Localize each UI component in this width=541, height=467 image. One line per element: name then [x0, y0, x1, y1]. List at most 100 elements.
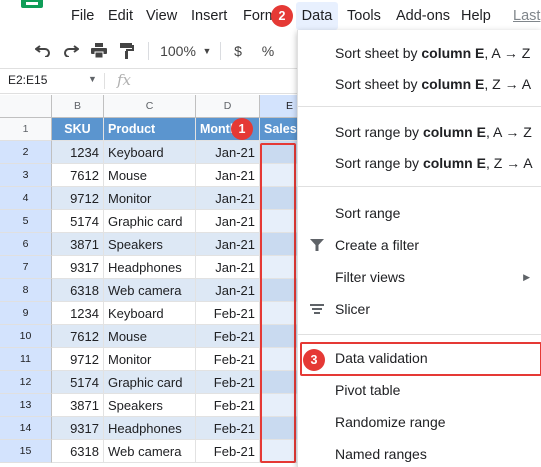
sales-cell[interactable]	[260, 187, 300, 210]
sheets-logo-icon[interactable]	[21, 0, 43, 8]
spreadsheet-grid[interactable]: B C D E 1 SKU Product Month Sales 2 1234 Keyboa…	[0, 95, 300, 467]
redo-icon[interactable]	[60, 36, 82, 66]
table-cell[interactable]: 9317	[52, 256, 104, 279]
filter-views-item[interactable]: Filter views ▶	[298, 262, 541, 292]
pivot-table-item[interactable]: Pivot table	[298, 375, 541, 405]
table-cell[interactable]: 7612	[52, 164, 104, 187]
row-header[interactable]: 5	[0, 210, 52, 233]
menu-help[interactable]: Help	[461, 6, 491, 26]
table-cell[interactable]: Monitor	[104, 187, 196, 210]
sort-range-az-item[interactable]: Sort range by column E, A → Z	[298, 117, 541, 147]
zoom-select[interactable]: 100%	[158, 36, 198, 66]
table-cell[interactable]: Jan-21	[196, 141, 260, 164]
menu-edit[interactable]: Edit	[108, 6, 133, 26]
sales-cell[interactable]	[260, 164, 300, 187]
table-cell[interactable]: Jan-21	[196, 164, 260, 187]
sales-cell[interactable]	[260, 279, 300, 302]
column-header-e[interactable]: E	[260, 95, 300, 118]
table-cell[interactable]: Feb-21	[196, 394, 260, 417]
table-cell[interactable]: Speakers	[104, 233, 196, 256]
sales-cell[interactable]	[260, 417, 300, 440]
sort-range-za-item[interactable]: Sort range by column E, Z → A	[298, 148, 541, 178]
table-cell[interactable]: Jan-21	[196, 233, 260, 256]
table-cell[interactable]: Keyboard	[104, 141, 196, 164]
randomize-range-item[interactable]: Randomize range	[298, 407, 541, 437]
table-cell[interactable]: Jan-21	[196, 187, 260, 210]
row-header[interactable]: 12	[0, 371, 52, 394]
sales-cell[interactable]	[260, 394, 300, 417]
row-header[interactable]: 13	[0, 394, 52, 417]
row-header[interactable]: 8	[0, 279, 52, 302]
table-cell[interactable]: 1234	[52, 302, 104, 325]
row-header[interactable]: 3	[0, 164, 52, 187]
menu-data[interactable]: Data	[296, 2, 338, 30]
paint-format-icon[interactable]	[116, 36, 138, 66]
row-header[interactable]: 14	[0, 417, 52, 440]
table-cell[interactable]: Headphones	[104, 417, 196, 440]
sales-cell[interactable]	[260, 302, 300, 325]
table-cell[interactable]: 9317	[52, 417, 104, 440]
table-cell[interactable]: Monitor	[104, 348, 196, 371]
select-all-corner[interactable]	[0, 95, 52, 118]
row-header[interactable]: 7	[0, 256, 52, 279]
row-header[interactable]: 4	[0, 187, 52, 210]
last-edit-link[interactable]: Last	[513, 6, 540, 26]
row-header[interactable]: 2	[0, 141, 52, 164]
named-ranges-item[interactable]: Named ranges	[298, 439, 541, 467]
table-cell[interactable]: Feb-21	[196, 417, 260, 440]
column-header-b[interactable]: B	[52, 95, 104, 118]
slicer-item[interactable]: Slicer	[298, 294, 541, 324]
table-cell[interactable]: 7612	[52, 325, 104, 348]
table-cell[interactable]: 9712	[52, 348, 104, 371]
percent-button[interactable]: %	[260, 36, 276, 66]
sales-cell[interactable]	[260, 325, 300, 348]
table-header-cell[interactable]: SKU	[52, 118, 104, 141]
print-icon[interactable]	[88, 36, 110, 66]
table-cell[interactable]: Jan-21	[196, 279, 260, 302]
sort-range-item[interactable]: Sort range	[298, 198, 541, 228]
sort-sheet-az-item[interactable]: Sort sheet by column E, A → Z	[298, 38, 541, 68]
row-header[interactable]: 6	[0, 233, 52, 256]
menu-addons[interactable]: Add-ons	[396, 6, 450, 26]
sales-cell[interactable]	[260, 256, 300, 279]
table-header-cell[interactable]: Product	[104, 118, 196, 141]
table-cell[interactable]: Feb-21	[196, 371, 260, 394]
table-cell[interactable]: 5174	[52, 210, 104, 233]
table-cell[interactable]: Headphones	[104, 256, 196, 279]
sort-sheet-za-item[interactable]: Sort sheet by column E, Z → A	[298, 69, 541, 99]
menu-tools[interactable]: Tools	[347, 6, 381, 26]
table-cell[interactable]: 1234	[52, 141, 104, 164]
name-box[interactable]: E2:E15	[8, 73, 47, 87]
table-cell[interactable]: Mouse	[104, 164, 196, 187]
table-cell[interactable]: Feb-21	[196, 348, 260, 371]
column-header-d[interactable]: D	[196, 95, 260, 118]
table-cell[interactable]: 9712	[52, 187, 104, 210]
table-cell[interactable]: 3871	[52, 233, 104, 256]
table-cell[interactable]: Mouse	[104, 325, 196, 348]
row-header[interactable]: 11	[0, 348, 52, 371]
menu-file[interactable]: File	[71, 6, 94, 26]
sales-cell[interactable]	[260, 210, 300, 233]
table-cell[interactable]: Feb-21	[196, 325, 260, 348]
row-header[interactable]: 10	[0, 325, 52, 348]
sales-cell[interactable]	[260, 371, 300, 394]
currency-button[interactable]: $	[230, 36, 246, 66]
row-header[interactable]: 1	[0, 118, 52, 141]
row-header[interactable]: 9	[0, 302, 52, 325]
sales-cell[interactable]	[260, 233, 300, 256]
column-header-c[interactable]: C	[104, 95, 196, 118]
table-cell[interactable]: Keyboard	[104, 302, 196, 325]
menu-insert[interactable]: Insert	[191, 6, 227, 26]
table-cell[interactable]: Feb-21	[196, 440, 260, 463]
table-cell[interactable]: 5174	[52, 371, 104, 394]
table-cell[interactable]: 6318	[52, 279, 104, 302]
table-cell[interactable]: Speakers	[104, 394, 196, 417]
table-cell[interactable]: Web camera	[104, 279, 196, 302]
chevron-down-icon[interactable]: ▼	[201, 36, 213, 66]
table-cell[interactable]: Jan-21	[196, 210, 260, 233]
table-header-cell[interactable]: Sales	[260, 118, 300, 141]
sales-cell[interactable]	[260, 348, 300, 371]
table-cell[interactable]: Web camera	[104, 440, 196, 463]
table-cell[interactable]: Graphic card	[104, 210, 196, 233]
chevron-down-icon[interactable]: ▼	[88, 74, 97, 84]
